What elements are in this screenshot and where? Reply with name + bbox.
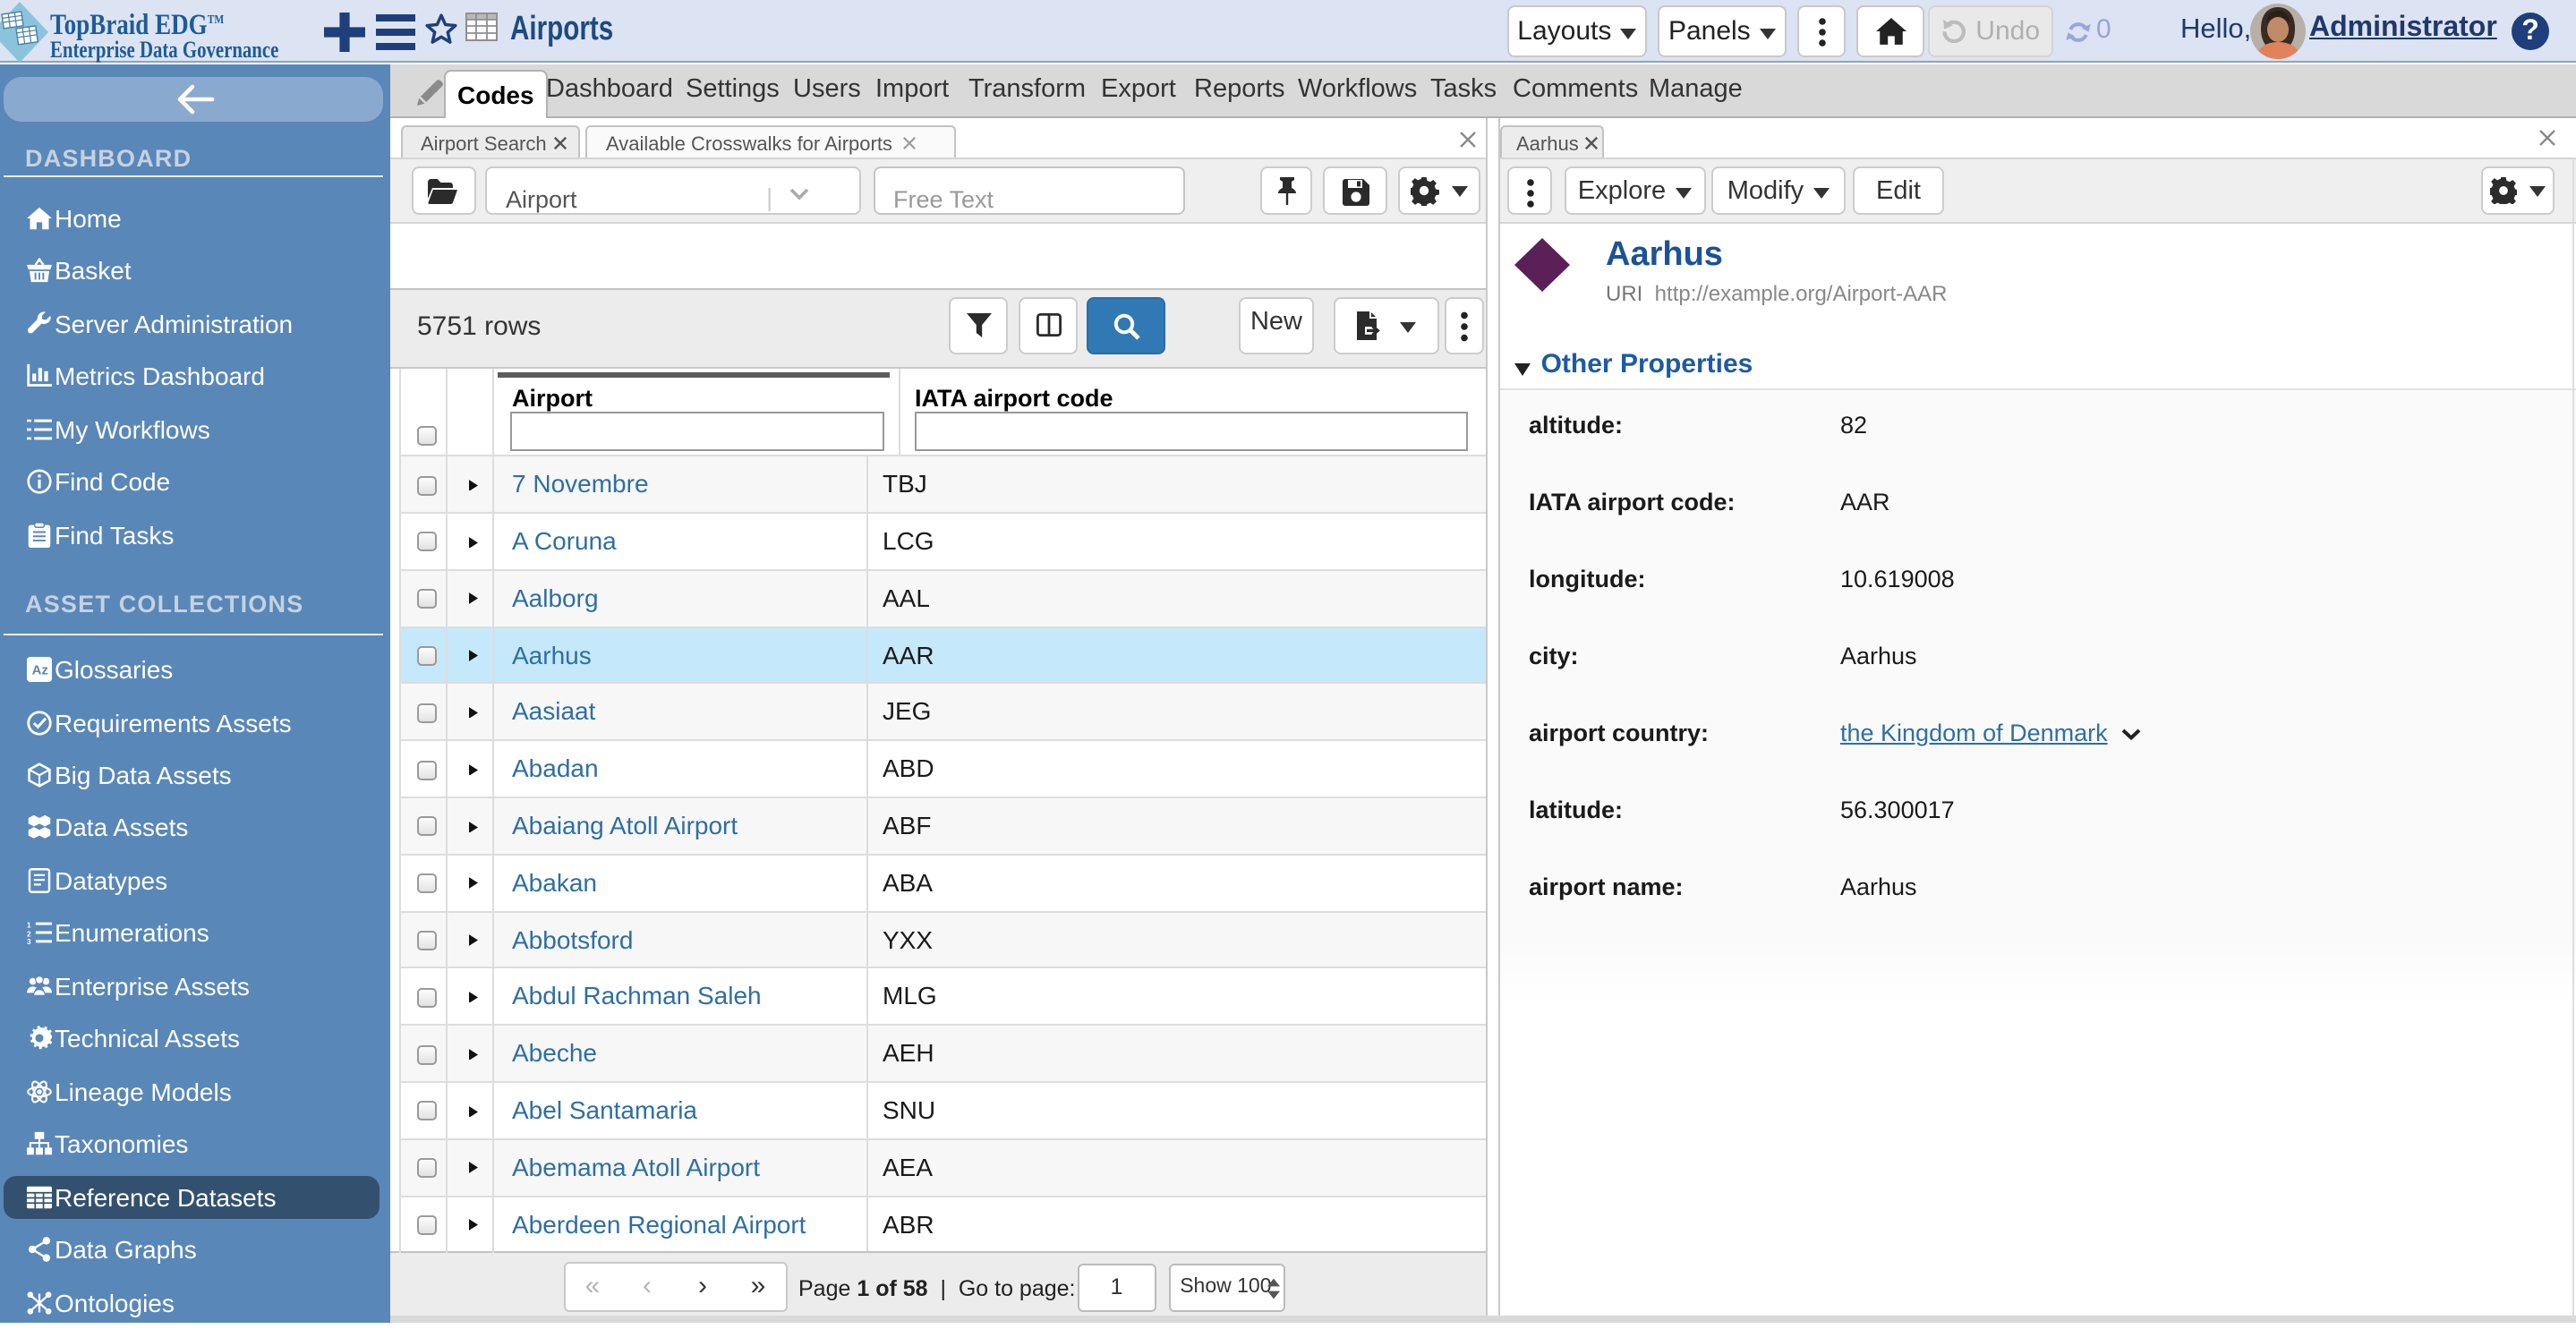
- svg-text:3: 3: [27, 938, 31, 945]
- svg-text:Az: Az: [32, 663, 48, 678]
- svg-text:1: 1: [27, 922, 31, 930]
